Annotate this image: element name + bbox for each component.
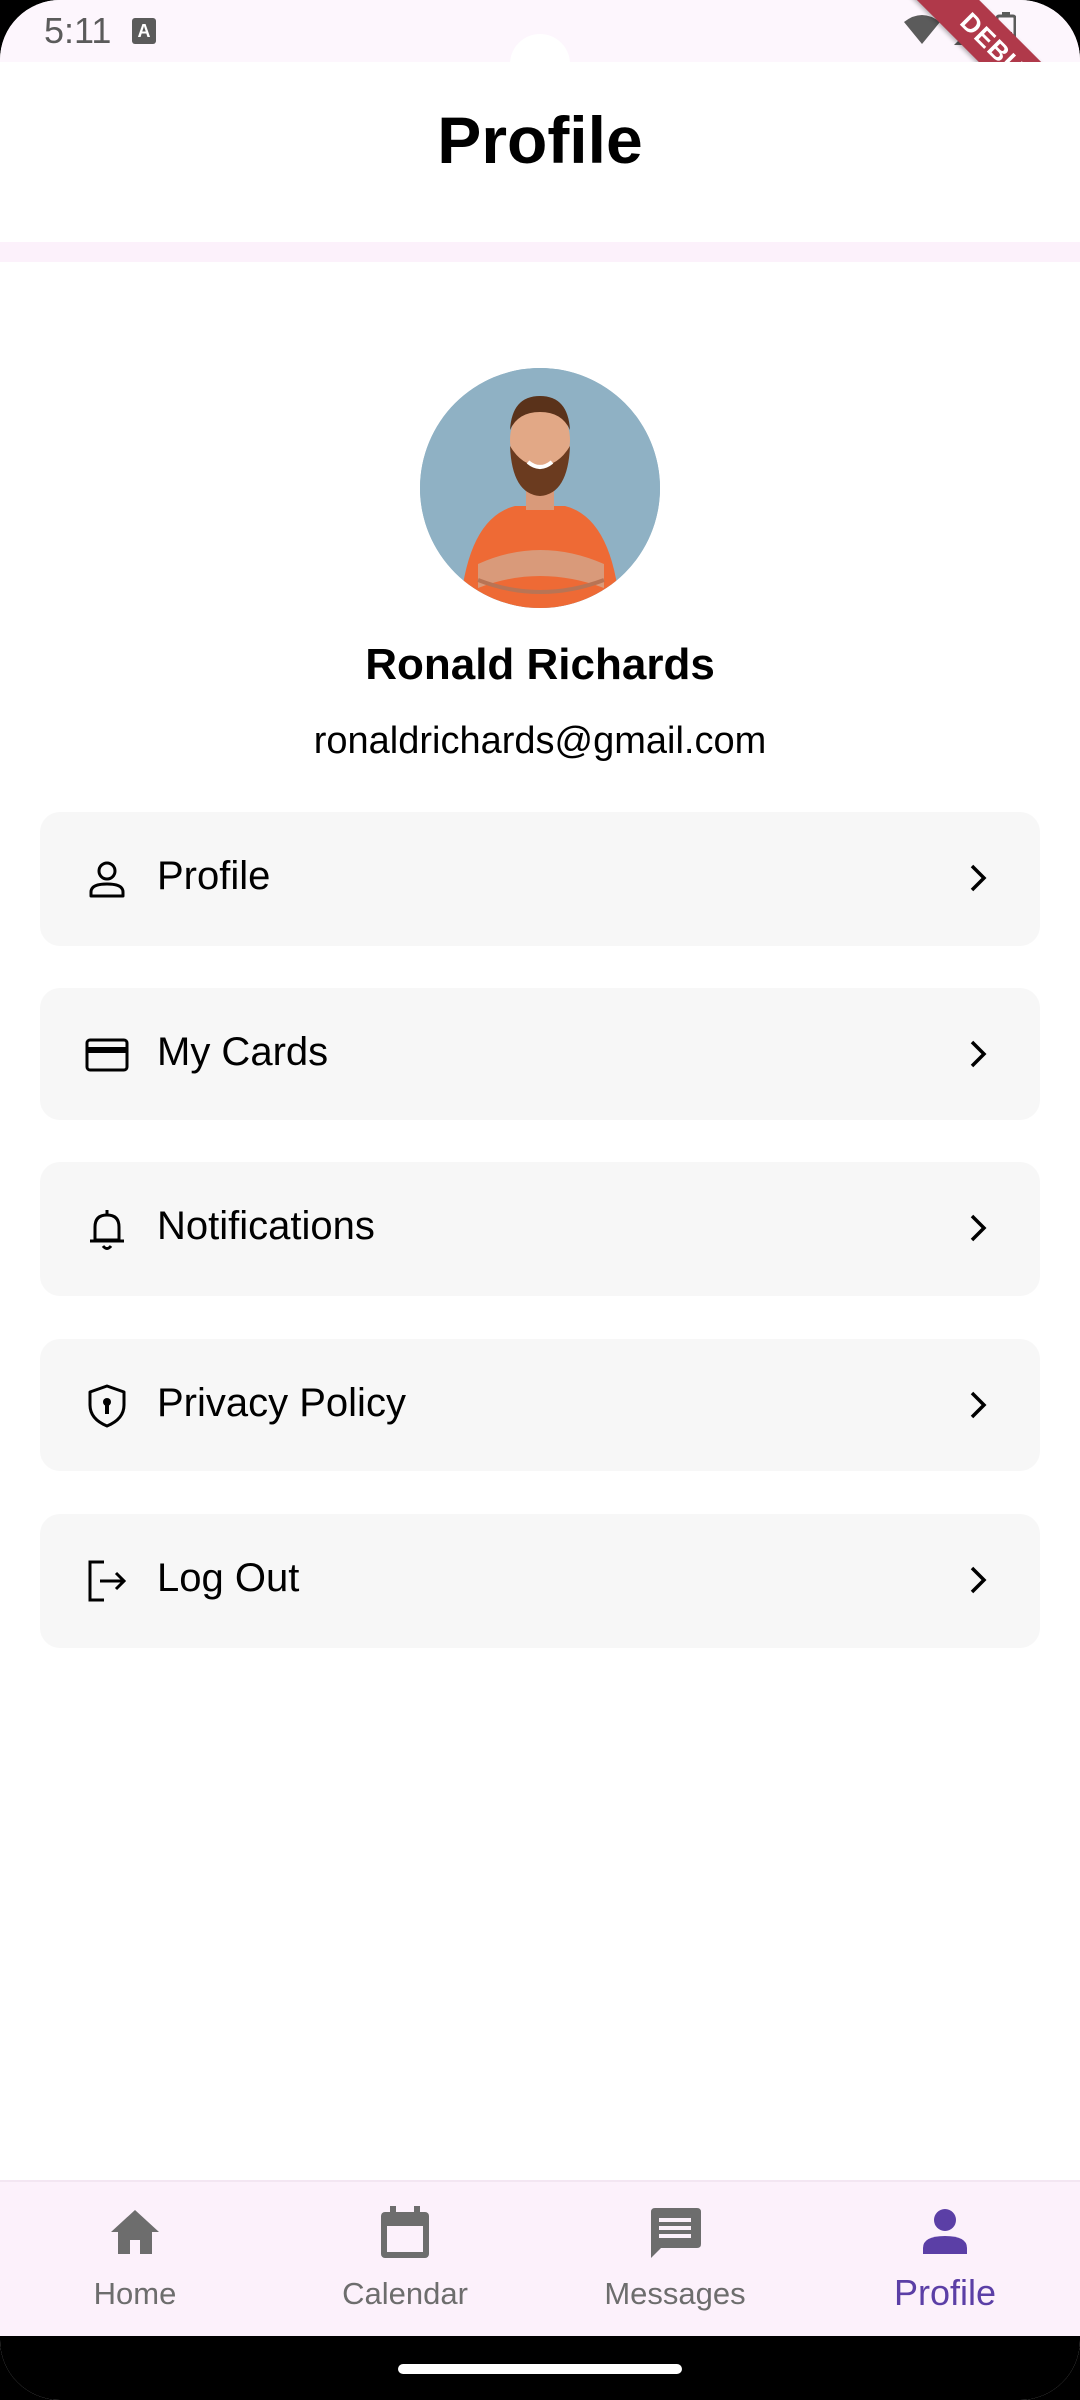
- menu-item-label: Notifications: [157, 1204, 375, 1248]
- menu-item-log-out[interactable]: Log Out: [40, 1514, 1040, 1648]
- bell-icon: [90, 1210, 124, 1250]
- user-email: ronaldrichards@gmail.com: [313, 720, 767, 762]
- gesture-handle[interactable]: [398, 2364, 682, 2374]
- user-name: Ronald Richards: [365, 640, 715, 689]
- menu-item-label: My Cards: [157, 1030, 329, 1074]
- message-icon: [651, 2208, 701, 2258]
- app-header: Profile: [0, 62, 1080, 242]
- menu-item-label: Log Out: [157, 1556, 300, 1600]
- chevron-right-icon: [970, 1391, 987, 1419]
- nav-item-profile[interactable]: Profile: [810, 2182, 1080, 2338]
- menu-item-notifications[interactable]: Notifications: [40, 1162, 1040, 1296]
- screen: 5:11 A DEBUG Profile Ronald Richards ron…: [0, 0, 1080, 2400]
- avatar[interactable]: [420, 368, 660, 608]
- chevron-right-icon: [970, 1214, 987, 1242]
- status-time: 5:11: [44, 10, 112, 51]
- menu-item-label: Privacy Policy: [157, 1381, 406, 1425]
- bottom-navigation: Home Calendar Messages Profile: [0, 2180, 1080, 2336]
- menu-item-privacy-policy[interactable]: Privacy Policy: [40, 1339, 1040, 1471]
- nav-label: Home: [93, 2276, 177, 2311]
- nav-item-messages[interactable]: Messages: [540, 2182, 810, 2338]
- menu-item-label: Profile: [157, 854, 271, 898]
- nav-label: Calendar: [342, 2276, 468, 2311]
- logout-icon: [88, 1560, 127, 1602]
- calendar-icon: [381, 2206, 429, 2258]
- person-photo: [420, 368, 660, 608]
- header-divider: [0, 242, 1080, 262]
- menu-item-my-cards[interactable]: My Cards: [40, 988, 1040, 1120]
- chevron-right-icon: [970, 1566, 987, 1594]
- nav-label: Messages: [604, 2276, 746, 2311]
- person-icon: [923, 2209, 967, 2254]
- credit-card-icon: [85, 1038, 129, 1072]
- chevron-right-icon: [970, 1040, 987, 1068]
- shield-keyhole-icon: [88, 1384, 126, 1428]
- nav-item-calendar[interactable]: Calendar: [270, 2182, 540, 2338]
- person-outline-icon: [89, 861, 125, 898]
- menu-item-profile[interactable]: Profile: [40, 812, 1040, 946]
- chevron-right-icon: [970, 864, 987, 892]
- page-title: Profile: [437, 103, 643, 177]
- keyboard-a-icon: A: [132, 18, 156, 44]
- nav-item-home[interactable]: Home: [0, 2182, 270, 2338]
- nav-label: Profile: [893, 2272, 997, 2313]
- home-icon: [111, 2210, 159, 2254]
